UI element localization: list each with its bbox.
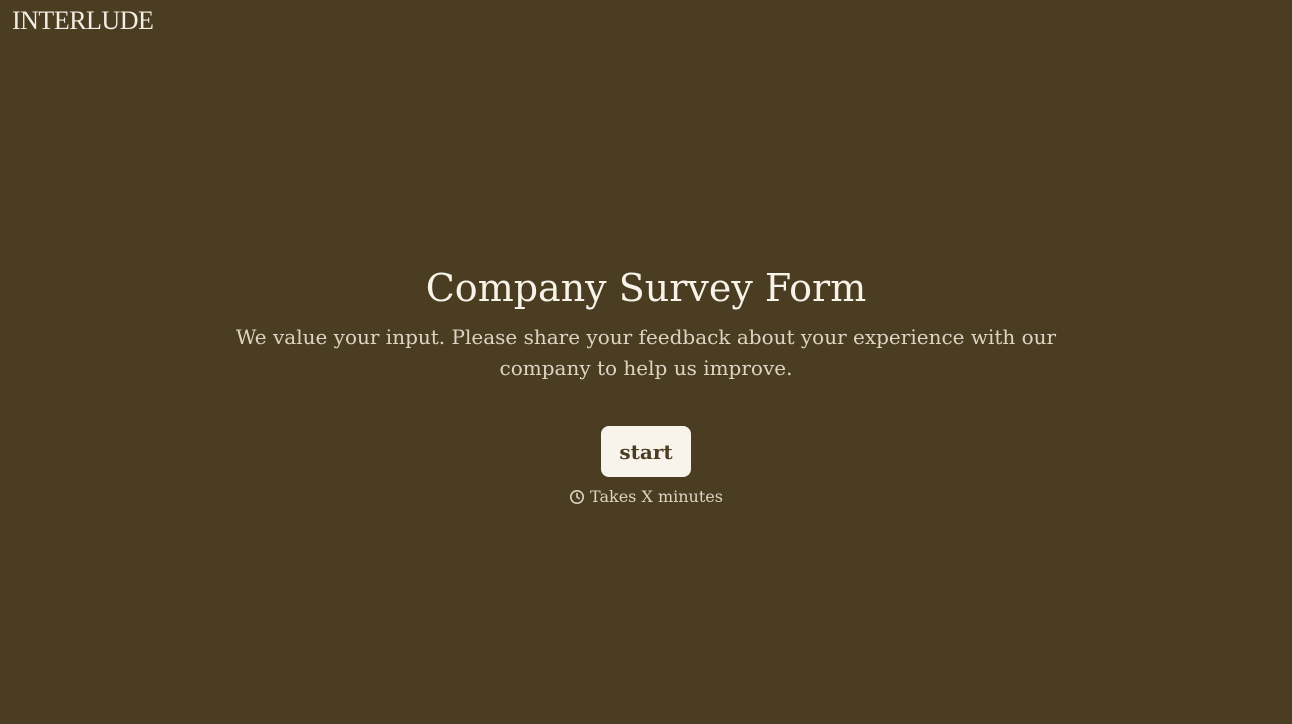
duration-info: Takes X minutes [569, 487, 723, 507]
start-button[interactable]: start [601, 426, 691, 477]
survey-title: Company Survey Form [425, 266, 867, 310]
duration-text: Takes X minutes [590, 487, 723, 506]
survey-description: We value your input. Please share your f… [235, 325, 1057, 380]
brand-logo: INTERLUDE [12, 6, 154, 35]
survey-intro: Company Survey Form We value your input.… [0, 264, 1292, 507]
clock-icon [569, 489, 585, 505]
